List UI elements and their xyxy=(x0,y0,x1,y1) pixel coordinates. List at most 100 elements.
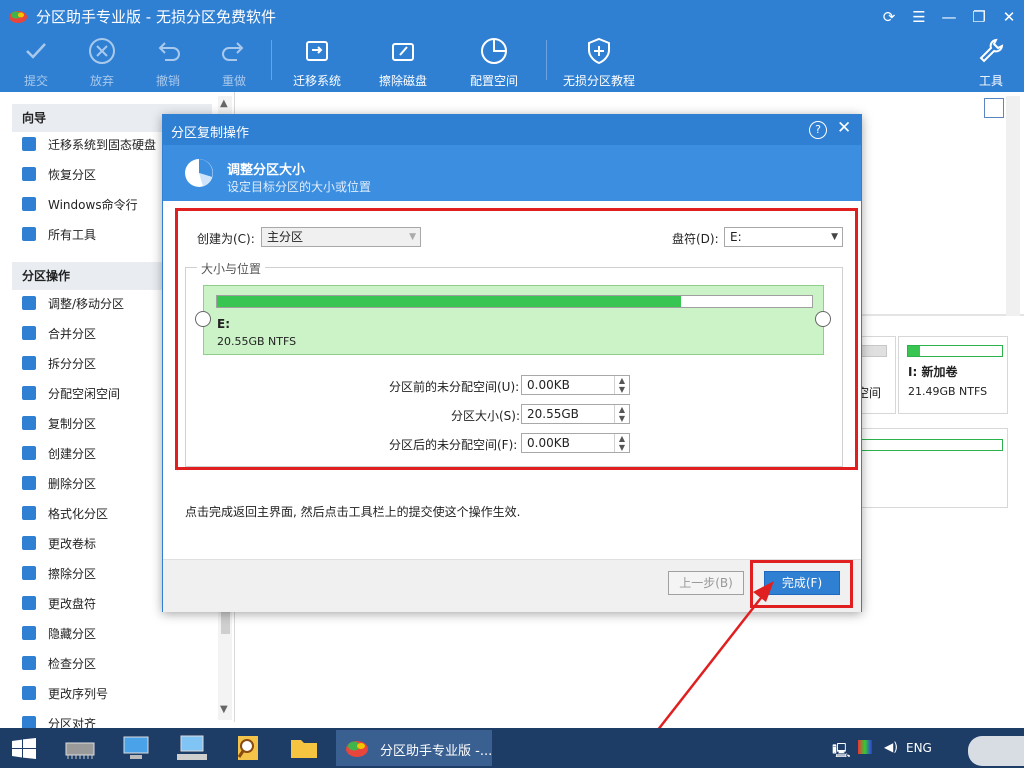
wizard-item-label: 恢复分区 xyxy=(48,168,97,182)
commit-button[interactable]: 提交 xyxy=(1,36,71,88)
minimize-button[interactable]: — xyxy=(936,6,962,28)
toolbar-divider xyxy=(546,40,547,80)
checkmark-icon xyxy=(26,43,46,59)
ops-item-icon xyxy=(22,416,36,430)
restore-button[interactable]: ❐ xyxy=(966,6,992,28)
redo-button[interactable]: 重做 xyxy=(199,36,269,88)
undo-icon xyxy=(158,42,180,61)
pie-icon xyxy=(481,38,507,64)
scroll-up-icon[interactable]: ▲ xyxy=(220,98,228,109)
scroll-thumb[interactable] xyxy=(221,612,230,634)
close-icon: ✕ xyxy=(1002,8,1016,26)
language-indicator[interactable]: ENG xyxy=(906,741,932,755)
tutorial-button[interactable]: 无损分区教程 xyxy=(557,36,641,88)
migrate-label: 迁移系统 xyxy=(292,74,341,88)
ops-item-icon xyxy=(22,566,36,580)
discard-icon xyxy=(89,38,115,64)
right-scrollbar[interactable] xyxy=(1006,96,1020,316)
ops-item-label: 删除分区 xyxy=(48,477,97,491)
ops-item-12[interactable]: 检查分区 xyxy=(22,653,212,675)
window-title: 分区助手专业版 - 无损分区免费软件 xyxy=(36,8,276,26)
redo-icon xyxy=(222,42,244,61)
dialog-titlebar: 分区复制操作 ? ✕ xyxy=(163,115,861,145)
ops-item-icon xyxy=(22,386,36,400)
wizard-item-label: 所有工具 xyxy=(48,228,97,242)
close-window-button[interactable]: ✕ xyxy=(996,6,1022,28)
windows-start-icon[interactable] xyxy=(12,738,36,760)
ops-item-icon xyxy=(22,626,36,640)
speaker-icon[interactable]: ◀) xyxy=(884,740,898,754)
shield-icon xyxy=(588,37,610,65)
help-icon[interactable]: ? xyxy=(809,121,827,139)
wizard-item-icon xyxy=(22,167,36,181)
allocate-space-button[interactable]: 配置空间 xyxy=(459,36,529,88)
dialog-close-icon[interactable]: ✕ xyxy=(837,118,851,138)
app-toolbar: 分区助手专业版 - 无损分区免费软件 ⟳ ☰ — ❐ ✕ 提交 放弃 撤销 重做… xyxy=(0,0,1024,92)
view-layout-icon[interactable] xyxy=(984,98,1004,118)
ops-item-label: 复制分区 xyxy=(48,417,97,431)
folder-icon[interactable] xyxy=(284,734,324,762)
taskbar-active-app[interactable]: 分区助手专业版 -... xyxy=(336,730,492,766)
search-magnifier-icon[interactable] xyxy=(228,734,268,762)
refresh-button[interactable]: ⟳ xyxy=(876,6,902,28)
wizard-item-icon xyxy=(22,227,36,241)
redo-label: 重做 xyxy=(221,74,246,88)
chip-icon[interactable] xyxy=(60,734,100,762)
partition-pie-icon xyxy=(185,159,213,187)
restore-icon: ❐ xyxy=(972,8,986,26)
partition-card-partial[interactable]: 空间 xyxy=(856,336,896,414)
ops-item-label: 隐藏分区 xyxy=(48,627,97,641)
ops-item-icon xyxy=(22,686,36,700)
taskbar-active-label: 分区助手专业版 -... xyxy=(380,744,493,759)
app-logo-icon xyxy=(9,11,27,23)
disk-row-partial xyxy=(856,428,1008,508)
tools-button[interactable]: 工具 xyxy=(958,36,1024,88)
ops-item-label: 拆分分区 xyxy=(48,357,97,371)
menu-button[interactable]: ☰ xyxy=(906,6,932,28)
dialog-title: 分区复制操作 xyxy=(171,126,250,141)
wizard-item-icon xyxy=(22,137,36,151)
tray-edge xyxy=(968,736,1024,766)
annotation-arrow-icon xyxy=(649,581,774,741)
computer-icon[interactable] xyxy=(116,734,156,762)
menu-icon: ☰ xyxy=(912,8,926,26)
highlight-box-settings xyxy=(175,208,858,470)
copy-partition-dialog: 分区复制操作 ? ✕ 调整分区大小 设定目标分区的大小或位置 创建为(C): 主… xyxy=(162,114,862,612)
partition-volume-name: I: 新加卷 xyxy=(908,365,958,379)
ops-item-icon xyxy=(22,296,36,310)
ops-item-icon xyxy=(22,476,36,490)
ops-item-icon xyxy=(22,356,36,370)
wizard-item-icon xyxy=(22,197,36,211)
ops-item-label: 更改卷标 xyxy=(48,537,97,551)
wrench-icon xyxy=(979,38,1004,63)
ops-item-icon xyxy=(22,446,36,460)
ops-item-11[interactable]: 隐藏分区 xyxy=(22,623,212,645)
ops-item-label: 擦除分区 xyxy=(48,567,97,581)
ops-item-label: 调整/移动分区 xyxy=(48,297,125,311)
wipe-disk-button[interactable]: 擦除磁盘 xyxy=(368,36,438,88)
network-icon[interactable]: 🖳 xyxy=(832,740,851,764)
ops-item-icon xyxy=(22,506,36,520)
display-color-icon[interactable] xyxy=(858,740,872,754)
migrate-os-button[interactable]: 迁移系统 xyxy=(282,36,352,88)
wipe-disk-icon xyxy=(392,43,414,61)
wizard-item-label: 迁移系统到固态硬盘 xyxy=(48,138,157,152)
ops-item-label: 分配空闲空间 xyxy=(48,387,121,401)
monitor-keyboard-icon[interactable] xyxy=(172,734,212,762)
ops-item-label: 创建分区 xyxy=(48,447,97,461)
discard-button[interactable]: 放弃 xyxy=(67,36,137,88)
migrate-icon xyxy=(306,41,328,61)
ops-item-icon xyxy=(22,536,36,550)
scroll-down-icon[interactable]: ▼ xyxy=(220,704,228,715)
partition-card-i[interactable]: I: 新加卷 21.49GB NTFS xyxy=(898,336,1008,414)
discard-label: 放弃 xyxy=(89,74,114,88)
ops-item-label: 格式化分区 xyxy=(48,507,109,521)
undo-button[interactable]: 撤销 xyxy=(133,36,203,88)
dialog-header-title: 调整分区大小 xyxy=(227,163,306,178)
minimize-icon: — xyxy=(941,8,957,26)
dialog-header-subtitle: 设定目标分区的大小或位置 xyxy=(227,180,372,194)
toolbar-divider xyxy=(271,40,272,80)
dialog-hint: 点击完成返回主界面, 然后点击工具栏上的提交使这个操作生效. xyxy=(185,505,521,519)
ops-item-label: 更改盘符 xyxy=(48,597,97,611)
ops-item-13[interactable]: 更改序列号 xyxy=(22,683,212,705)
